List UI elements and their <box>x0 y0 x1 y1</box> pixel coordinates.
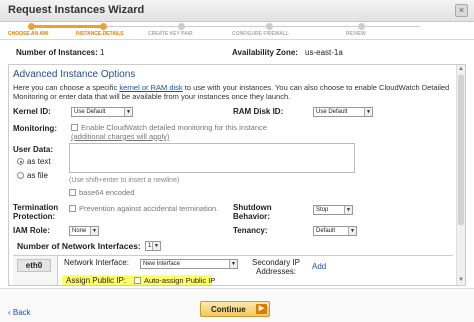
arrow-right-icon: ▶ <box>256 304 267 314</box>
network-count-select[interactable]: 1 ▼ <box>145 241 161 251</box>
secondary-ip-label: Secondary IP Addresses: <box>251 258 301 276</box>
tenancy-label: Tenancy: <box>233 226 268 235</box>
iam-label: IAM Role: <box>13 226 50 235</box>
as-text-label: as text <box>27 157 51 166</box>
close-icon[interactable]: × <box>455 4 468 17</box>
ramdisk-label: RAM Disk ID: <box>233 107 284 116</box>
kernel-ramdisk-link[interactable]: kernel or RAM disk <box>119 83 182 92</box>
network-interface-panel: eth0 Network Interface: New Interface ▼ S… <box>13 255 453 285</box>
scroll-thumb[interactable] <box>458 75 464 225</box>
public-ip-checkbox-label: Auto-assign Public IP <box>144 276 216 285</box>
step-label-details: Instance Details <box>76 31 124 37</box>
chevron-down-icon: ▼ <box>348 227 356 235</box>
step-label-firewall: Configure Firewall <box>232 31 289 37</box>
monitoring-checkbox[interactable] <box>71 124 78 131</box>
wizard-footer: ‹ Back Continue ▶ <box>0 288 474 322</box>
tab-eth0[interactable]: eth0 <box>17 259 51 272</box>
as-file-label: as file <box>27 171 48 180</box>
interface-label: Network Interface: <box>64 258 129 267</box>
step-label-review: Review <box>346 31 366 37</box>
monitoring-charges-link[interactable]: (additional charges will apply) <box>71 132 169 141</box>
public-ip-checkbox[interactable] <box>134 277 141 284</box>
step-label-ami[interactable]: Choose an AMI <box>8 31 48 37</box>
public-ip-label: Assign Public IP: <box>66 276 127 285</box>
instances-value: 1 <box>100 48 105 57</box>
shutdown-select[interactable]: Stop ▼ <box>313 205 353 215</box>
wizard-titlebar: Request Instances Wizard × <box>0 0 474 22</box>
step-dot-5 <box>358 23 365 30</box>
base64-checkbox[interactable] <box>69 189 76 196</box>
scroll-down-icon[interactable]: ▼ <box>457 276 465 285</box>
az-label: Availability Zone: <box>232 48 298 57</box>
az-value: us-east-1a <box>305 48 343 57</box>
continue-button[interactable]: Continue ▶ <box>200 301 270 317</box>
network-interface-box: Network Interface: New Interface ▼ Second… <box>57 256 453 285</box>
newline-hint: (Use shift+enter to insert a newline) <box>69 177 180 184</box>
wizard-steps: Choose an AMI Instance Details Create Ke… <box>0 22 474 40</box>
userdata-textarea[interactable] <box>69 143 355 173</box>
chevron-down-icon: ▼ <box>90 227 98 235</box>
as-file-radio[interactable] <box>17 172 24 179</box>
step-dot-3 <box>178 23 185 30</box>
panel-scrollbar[interactable]: ▲ ▼ <box>456 65 465 285</box>
advanced-options-panel: Advanced Instance Options Here you can c… <box>8 64 466 286</box>
shutdown-label: Shutdown Behavior: <box>233 203 272 221</box>
chevron-down-icon: ▼ <box>152 242 160 250</box>
wizard-title: Request Instances Wizard <box>8 4 145 16</box>
monitoring-label: Monitoring: <box>13 124 57 133</box>
iam-select[interactable]: None ▼ <box>69 226 99 236</box>
userdata-label: User Data: <box>13 145 54 154</box>
chevron-down-icon: ▼ <box>124 108 132 116</box>
chevron-down-icon: ▼ <box>344 206 352 214</box>
step-dot-2 <box>100 23 107 30</box>
termination-checkbox[interactable] <box>69 205 76 212</box>
interface-select[interactable]: New Interface ▼ <box>140 259 238 269</box>
step-dot-4 <box>266 23 273 30</box>
add-secondary-ip-link[interactable]: Add <box>312 262 326 271</box>
network-count-label: Number of Network Interfaces: <box>17 241 141 251</box>
step-dot-1 <box>28 23 35 30</box>
as-text-radio[interactable] <box>17 158 24 165</box>
monitoring-checkbox-label: Enable CloudWatch detailed monitoring fo… <box>81 123 268 132</box>
tenancy-select[interactable]: Default ▼ <box>313 226 357 236</box>
kernel-select[interactable]: Use Default ▼ <box>71 107 133 117</box>
kernel-label: Kernel ID: <box>13 107 51 116</box>
termination-label: Termination Protection: <box>13 203 59 221</box>
advanced-description: Here you can choose a specific kernel or… <box>13 83 450 101</box>
scroll-up-icon[interactable]: ▲ <box>457 65 465 74</box>
instances-label: Number of Instances: <box>16 48 98 57</box>
section-title: Advanced Instance Options <box>13 69 136 80</box>
termination-checkbox-label: Prevention against accidental terminatio… <box>79 204 219 213</box>
steps-progress <box>30 25 102 28</box>
chevron-down-icon: ▼ <box>364 108 372 116</box>
back-link[interactable]: ‹ Back <box>8 308 31 317</box>
chevron-down-icon: ▼ <box>229 260 237 268</box>
step-label-keypair: Create Key Pair <box>148 31 193 37</box>
base64-label: base64 encoded <box>79 188 135 197</box>
ramdisk-select[interactable]: Use Default ▼ <box>313 107 373 117</box>
